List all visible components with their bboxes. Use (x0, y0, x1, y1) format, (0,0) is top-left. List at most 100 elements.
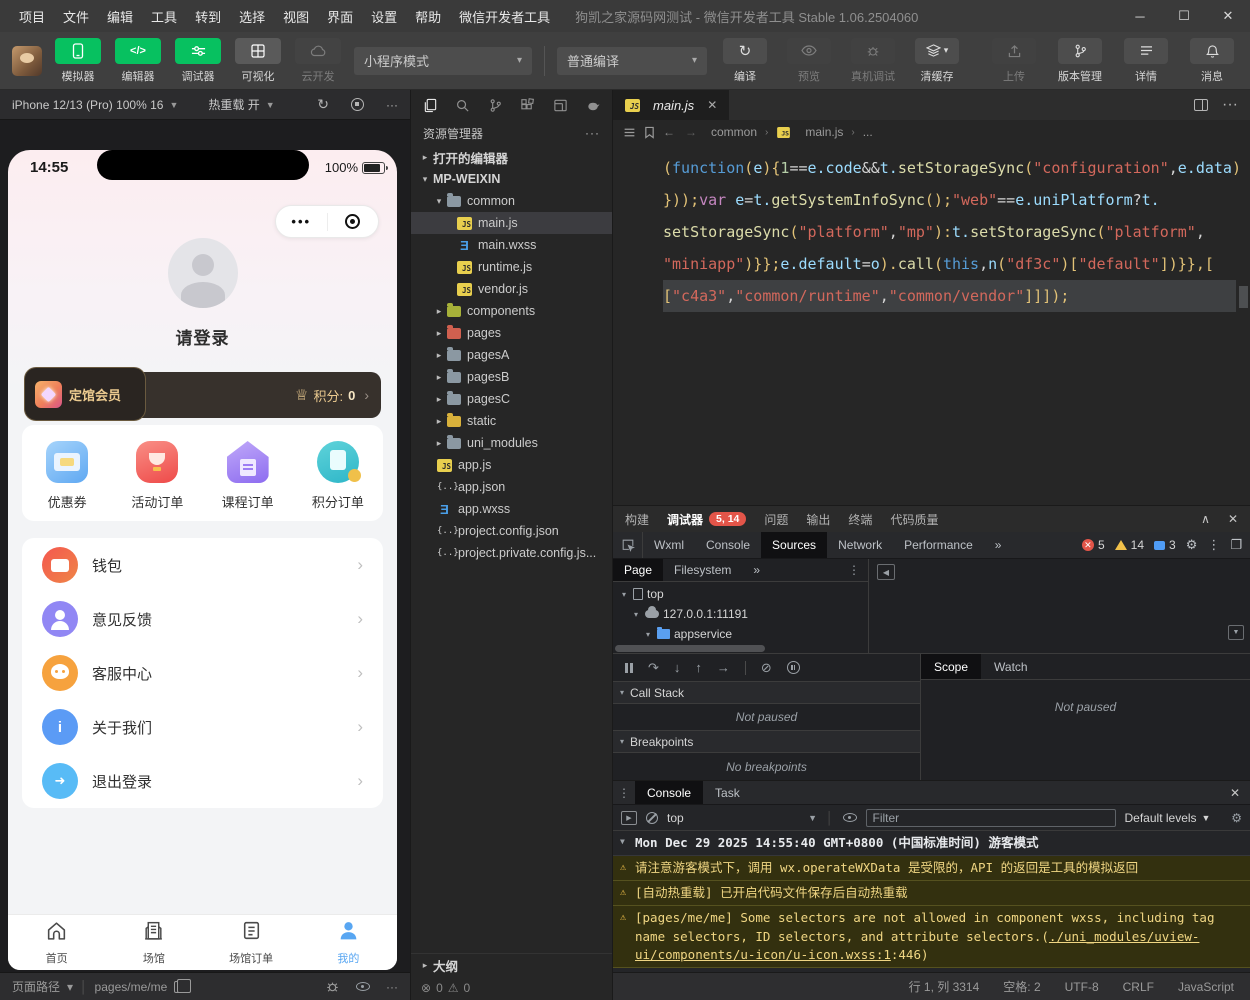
tool-button-版本管理[interactable]: 版本管理 (1054, 38, 1106, 84)
stop-icon[interactable] (351, 98, 364, 111)
mode-select[interactable]: 小程序模式▾ (354, 47, 532, 75)
tabbar-item-场馆[interactable]: 场馆 (105, 915, 202, 970)
devtools-tab-Sources[interactable]: Sources (761, 532, 827, 558)
step-out-icon[interactable]: ↑ (695, 660, 702, 675)
collapse-panel-icon[interactable]: ∧ (1201, 512, 1210, 526)
tree-item-common[interactable]: ▾common (411, 190, 612, 212)
menu-row-关于我们[interactable]: i关于我们› (28, 700, 377, 754)
page-path-label[interactable]: 页面路径 (12, 978, 60, 995)
menu-item[interactable]: 转到 (186, 7, 230, 26)
call-stack-header[interactable]: ▾Call Stack (613, 682, 920, 704)
eye-icon[interactable] (356, 982, 370, 991)
tabbar-item-首页[interactable]: 首页 (8, 915, 105, 970)
more-icon[interactable]: ··· (386, 980, 398, 994)
tool-button-云开发[interactable]: 云开发 (294, 38, 342, 84)
status-item[interactable]: 空格: 2 (1003, 978, 1040, 995)
close-capsule-icon[interactable] (328, 214, 379, 229)
breadcrumb-file[interactable]: main.js (805, 125, 843, 139)
more-icon[interactable]: ··· (1222, 96, 1238, 114)
menu-item[interactable]: 项目 (10, 7, 54, 26)
status-item[interactable]: JavaScript (1178, 980, 1234, 994)
live-expression-icon[interactable] (843, 813, 857, 822)
menu-row-钱包[interactable]: 钱包› (28, 538, 377, 592)
scope-tab-Watch[interactable]: Watch (981, 654, 1041, 679)
sources-tab-Filesystem[interactable]: Filesystem (663, 559, 742, 581)
tree-item-runtime.js[interactable]: JSruntime.js (411, 256, 612, 278)
search-icon[interactable] (448, 91, 479, 119)
menu-item[interactable]: 编辑 (98, 7, 142, 26)
counter-msg[interactable]: 3 (1154, 538, 1176, 552)
close-button[interactable]: ✕ (1206, 0, 1250, 32)
refresh-icon[interactable]: ↻ (317, 96, 329, 113)
tree-item-vendor.js[interactable]: JSvendor.js (411, 278, 612, 300)
more-icon[interactable]: ••• (276, 217, 327, 227)
menu-item[interactable]: 帮助 (406, 7, 450, 26)
deactivate-breakpoints-icon[interactable]: ⊘ (761, 660, 772, 676)
clear-console-icon[interactable] (646, 812, 658, 824)
bug-icon[interactable] (325, 979, 340, 994)
tree-item-top[interactable]: ▾ top (613, 584, 868, 604)
extensions-icon[interactable] (513, 91, 544, 119)
copy-icon[interactable] (174, 981, 186, 993)
devtools-tab-Network[interactable]: Network (827, 532, 893, 558)
breadcrumb-folder[interactable]: common (711, 125, 757, 139)
devtools-tab-Console[interactable]: Console (695, 532, 761, 558)
tool-button-详情[interactable]: 详情 (1120, 38, 1172, 84)
kebab-menu-icon[interactable]: ⋮ (848, 559, 868, 581)
menu-item[interactable]: 设置 (362, 7, 406, 26)
tool-button-真机调试[interactable]: 真机调试 (847, 38, 899, 84)
step-icon[interactable]: → (717, 660, 730, 675)
close-icon[interactable]: ✕ (707, 98, 717, 112)
tool-button-模拟器[interactable]: 模拟器 (54, 38, 102, 84)
split-editor-icon[interactable] (1194, 99, 1208, 111)
tool-button-消息[interactable]: 消息 (1186, 38, 1238, 84)
log-levels-select[interactable]: Default levels▼ (1125, 811, 1211, 825)
counter-warn[interactable]: 14 (1115, 538, 1144, 552)
scrollbar-marker[interactable] (1239, 286, 1248, 308)
console-settings-icon[interactable]: ⚙ (1231, 811, 1242, 825)
teapot-icon[interactable] (578, 91, 609, 119)
open-editors-section[interactable]: ▸打开的编辑器 (411, 146, 612, 168)
execution-context-select[interactable]: top▼ (667, 811, 817, 825)
tree-item-appservice[interactable]: ▾ appservice (613, 624, 868, 644)
tree-item-main.wxss[interactable]: Ǝmain.wxss (411, 234, 612, 256)
counter-error[interactable]: ✕5 (1082, 538, 1105, 552)
tree-item-pagesA[interactable]: ▸pagesA (411, 344, 612, 366)
grid-item-积分订单[interactable]: 积分订单 (293, 425, 383, 521)
tree-item-project.private.config.js...[interactable]: {..}project.private.config.js... (411, 542, 612, 564)
profile-avatar[interactable] (168, 238, 238, 308)
status-item[interactable]: CRLF (1123, 980, 1154, 994)
pause-icon[interactable] (625, 663, 633, 673)
minimize-button[interactable]: ─ (1118, 0, 1162, 32)
console-warn-row[interactable]: ⚠[pages/me/me] Some selectors are not al… (613, 906, 1250, 967)
tool-button-可视化[interactable]: 可视化 (234, 38, 282, 84)
tree-item-pagesC[interactable]: ▸pagesC (411, 388, 612, 410)
console-tab-Task[interactable]: Task (703, 781, 752, 804)
tabbar-item-我的[interactable]: 我的 (300, 915, 397, 970)
login-prompt[interactable]: 请登录 (8, 324, 397, 349)
tree-item-main.js[interactable]: JSmain.js (411, 212, 612, 234)
hot-reload-toggle[interactable]: 热重载 开 (208, 96, 259, 113)
window-layout-icon[interactable] (545, 91, 576, 119)
breakpoints-header[interactable]: ▾Breakpoints (613, 731, 920, 753)
tree-item-app.wxss[interactable]: Ǝapp.wxss (411, 498, 612, 520)
tree-item-components[interactable]: ▸components (411, 300, 612, 322)
close-panel-icon[interactable]: ✕ (1228, 512, 1238, 526)
bookmark-icon[interactable] (644, 126, 655, 139)
status-item[interactable]: 行 1, 列 3314 (909, 978, 980, 995)
tabbar-item-场馆订单[interactable]: 场馆订单 (203, 915, 300, 970)
inspect-element-icon[interactable] (613, 532, 643, 558)
tree-item-pages[interactable]: ▸pages (411, 322, 612, 344)
grid-item-优惠券[interactable]: 优惠券 (22, 425, 112, 521)
menu-item[interactable]: 选择 (230, 7, 274, 26)
menu-item[interactable]: 工具 (142, 7, 186, 26)
filter-input[interactable] (866, 809, 1116, 827)
step-over-icon[interactable]: ↷ (648, 660, 659, 676)
pause-on-exceptions-icon[interactable] (787, 661, 800, 674)
page-path-value[interactable]: pages/me/me (95, 980, 168, 994)
dock-side-icon[interactable]: ❐ (1230, 537, 1242, 553)
source-control-icon[interactable] (480, 91, 511, 119)
panel-tab-终端[interactable]: 终端 (848, 511, 872, 528)
files-icon[interactable] (415, 91, 446, 119)
menu-item[interactable]: 微信开发者工具 (450, 7, 559, 26)
